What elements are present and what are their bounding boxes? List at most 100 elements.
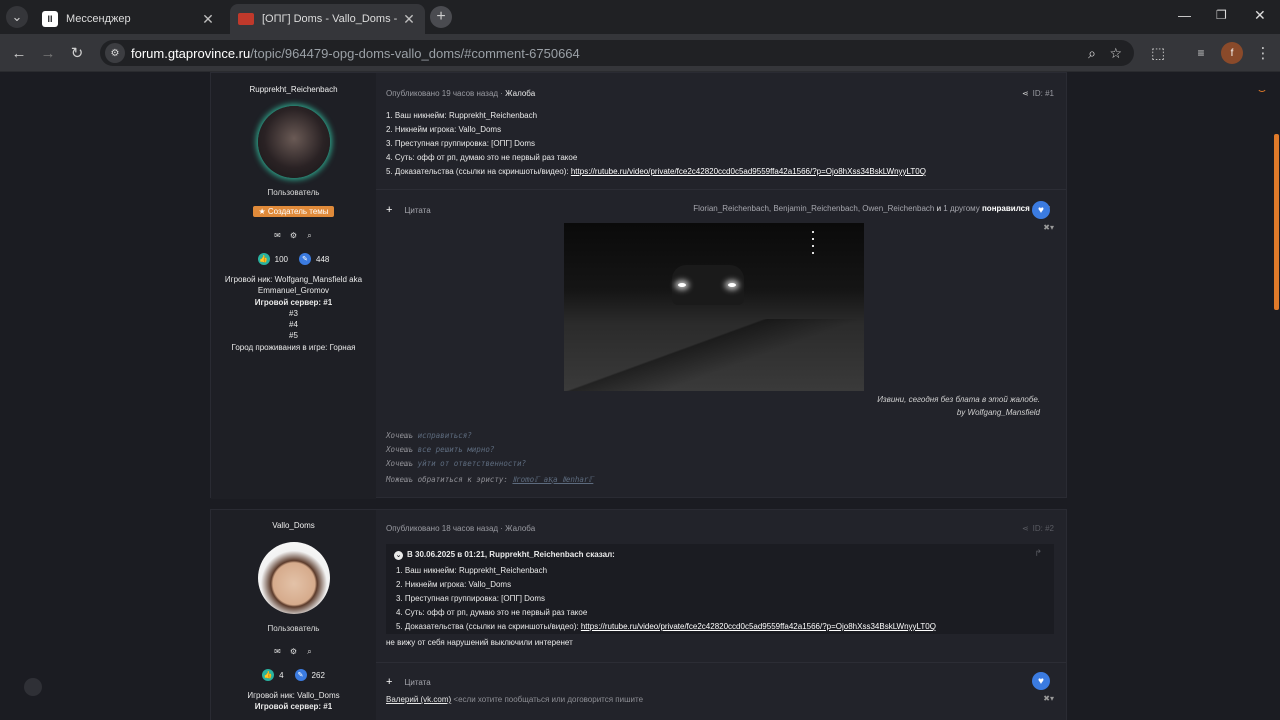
body-line: 2. Никнейм игрока: Vallo_Doms [386, 125, 502, 134]
new-tab-button[interactable]: + [430, 6, 452, 28]
restore-icon[interactable]: ❐ [1216, 8, 1227, 22]
like-button[interactable]: ♥ [1032, 201, 1050, 219]
sig-phrase: исправиться? [417, 431, 472, 440]
thumbs-up-icon: 👍 [257, 253, 270, 265]
share-icon[interactable]: ⋖ [1022, 524, 1029, 533]
avatar[interactable] [257, 106, 330, 178]
site-info-icon[interactable]: ⚙ [105, 43, 125, 63]
settings-icon[interactable]: ⚙ [289, 647, 299, 657]
forum-post: Vallo_Doms Пользователь ✉ ⚙ ⌕ 👍 4 ✎ 262 Игро… [210, 509, 1067, 720]
post-meta: Опубликовано 19 часов назад · Жалоба [386, 89, 535, 98]
back-icon[interactable]: ← [8, 42, 30, 64]
sig-word: Хочешь [386, 459, 418, 468]
road-lines [564, 319, 864, 391]
server-item: #4 [289, 320, 298, 330]
evidence-link[interactable]: https://rutube.ru/video/private/fce2c428… [581, 622, 936, 631]
zoom-icon[interactable]: ⌕ [1088, 45, 1096, 62]
multiquote-plus-icon[interactable]: + [386, 204, 392, 216]
game-nick: Игровой ник: Vallo_Doms [247, 691, 340, 700]
quote-line: 5. Доказательства (ссылки на скриншоты/в… [396, 620, 936, 634]
close-icon[interactable]: ✕ [200, 11, 216, 28]
search-icon[interactable]: ⌕ [305, 231, 315, 241]
signature-caption: Извини, сегодня без блата в этой жалобе.… [877, 393, 1040, 419]
reply-text: не вижу от себя нарушений выключили инте… [386, 638, 573, 647]
quote-line: 1. Ваш никнейм: Rupprekht_Reichenbach [396, 566, 548, 575]
collapse-icon[interactable]: ⌄ [394, 551, 403, 560]
comment-icon: ✎ [299, 253, 311, 265]
body-line: 5. Доказательства (ссылки на скриншоты/в… [386, 165, 926, 179]
mail-icon[interactable]: ✉ [273, 647, 283, 657]
avatar[interactable]: f [1221, 42, 1243, 64]
post-id: ⋖ ID: #1 [1022, 89, 1054, 98]
chat-bubble-button[interactable] [24, 678, 42, 696]
divider [376, 189, 1066, 190]
headlight-right [728, 283, 736, 287]
address-bar[interactable]: ⚙ forum.gtaprovince.ru/topic/964479-opg-… [100, 40, 1134, 66]
likers-line: Florian_Reichenbach, Benjamin_Reichenbac… [693, 204, 1050, 213]
close-icon[interactable]: ✕ [401, 11, 417, 28]
complaint-link[interactable]: Жалоба [505, 524, 535, 533]
game-city: Город проживания в игре: Горная [231, 342, 356, 352]
url-domain: forum.gtaprovince.ru [131, 45, 251, 61]
minimize-icon[interactable]: — [1178, 8, 1191, 23]
caption-author: by Wolfgang_Mansfield [956, 408, 1040, 417]
scrollbar[interactable] [1274, 134, 1279, 310]
author-name[interactable]: Rupprekht_Reichenbach [211, 85, 376, 94]
browser-tab-bar: ⌄ II Мессенджер ✕ [ОПГ] Doms - Vallo_Dom… [0, 0, 1280, 34]
search-icon[interactable]: ⌕ [305, 647, 315, 657]
topic-creator-badge: ★ Создатель темы [253, 206, 334, 217]
tab-messenger[interactable]: II Мессенджер ✕ [34, 4, 224, 34]
settings-icon[interactable]: ⚙ [289, 231, 299, 241]
media-queue-icon[interactable]: ≡ [1190, 42, 1212, 64]
complaint-link[interactable]: Жалоба [505, 89, 535, 98]
mail-icon[interactable]: ✉ [273, 231, 283, 241]
reaction-menu-icon[interactable]: ✖▾ [1043, 223, 1054, 232]
share-icon[interactable]: ⋖ [1022, 89, 1029, 98]
post-content: Опубликовано 19 часов назад · Жалоба ⋖ ID… [376, 73, 1066, 499]
reload-icon[interactable]: ↻ [66, 42, 88, 64]
post-content: Опубликовано 18 часов назад · Жалоба ⋖ ID… [376, 510, 1066, 720]
goto-quote-icon[interactable]: ↱ [1034, 548, 1042, 559]
quote-button[interactable]: Цитата [404, 678, 430, 687]
posts-count: 262 [311, 670, 325, 680]
multiquote-plus-icon[interactable]: + [386, 676, 392, 688]
game-nick: Игровой ник: Wolfgang_Mansfield aka [224, 275, 363, 284]
signature-text: Валерий (vk.com) <если хотите пообщаться… [386, 695, 643, 704]
sig-line: Хочешь исправиться? [386, 429, 593, 443]
avatar[interactable] [257, 542, 330, 614]
sig-contact-link[interactable]: Ⅱromoℾ aⱩa Ⅱenharℾ [512, 475, 593, 484]
more-menu-icon[interactable]: ⋮ [1252, 42, 1274, 64]
forum-favicon-icon [238, 13, 254, 25]
sig-word: Хочешь [386, 445, 418, 454]
tab-forum[interactable]: [ОПГ] Doms - Vallo_Doms - Все ✕ [230, 4, 425, 34]
server-item: #5 [289, 331, 298, 341]
tab-search-button[interactable]: ⌄ [6, 6, 28, 28]
evidence-label: 5. Доказательства (ссылки на скриншоты/в… [396, 622, 581, 631]
reaction-menu-icon[interactable]: ✖▾ [1043, 694, 1054, 703]
forward-icon[interactable]: → [37, 42, 59, 64]
quote-block: ⌄ В 30.06.2025 в 01:21, Rupprekht_Reichen… [386, 544, 1054, 634]
window-close-icon[interactable]: ✕ [1254, 7, 1266, 24]
extensions-icon[interactable]: ⬚ [1147, 42, 1169, 64]
post-id-label[interactable]: ID: #2 [1033, 524, 1054, 533]
post-time[interactable]: Опубликовано 18 часов назад [386, 524, 498, 533]
post-id-label[interactable]: ID: #1 [1033, 89, 1054, 98]
post-time[interactable]: Опубликовано 19 часов назад [386, 89, 498, 98]
quote-button[interactable]: Цитата [404, 206, 430, 215]
author-name[interactable]: Vallo_Doms [211, 521, 376, 530]
street-light [812, 231, 814, 259]
evidence-link[interactable]: https://rutube.ru/video/private/fce2c428… [571, 167, 926, 176]
bookmark-star-icon[interactable]: ☆ [1109, 45, 1122, 62]
like-button[interactable]: ♥ [1032, 672, 1050, 690]
likers-more[interactable]: 1 другому [943, 204, 979, 213]
likers-and: и [934, 204, 944, 213]
loading-spinner-icon [1257, 82, 1267, 92]
reputation-row: 👍 4 ✎ 262 [211, 669, 376, 681]
sig-contact-link[interactable]: Валерий (vk.com) [386, 695, 451, 704]
likers-names[interactable]: Florian_Reichenbach, Benjamin_Reichenbac… [693, 204, 934, 213]
post-actions: + Цитата [386, 676, 431, 688]
forum-post: Rupprekht_Reichenbach Пользователь ★ Соз… [210, 72, 1067, 499]
sig-contact: Можешь обратиться к эристу: [386, 475, 513, 484]
author-panel: Vallo_Doms Пользователь ✉ ⚙ ⌕ 👍 4 ✎ 262 Игро… [211, 510, 376, 720]
author-actions: ✉ ⚙ ⌕ [211, 641, 376, 659]
